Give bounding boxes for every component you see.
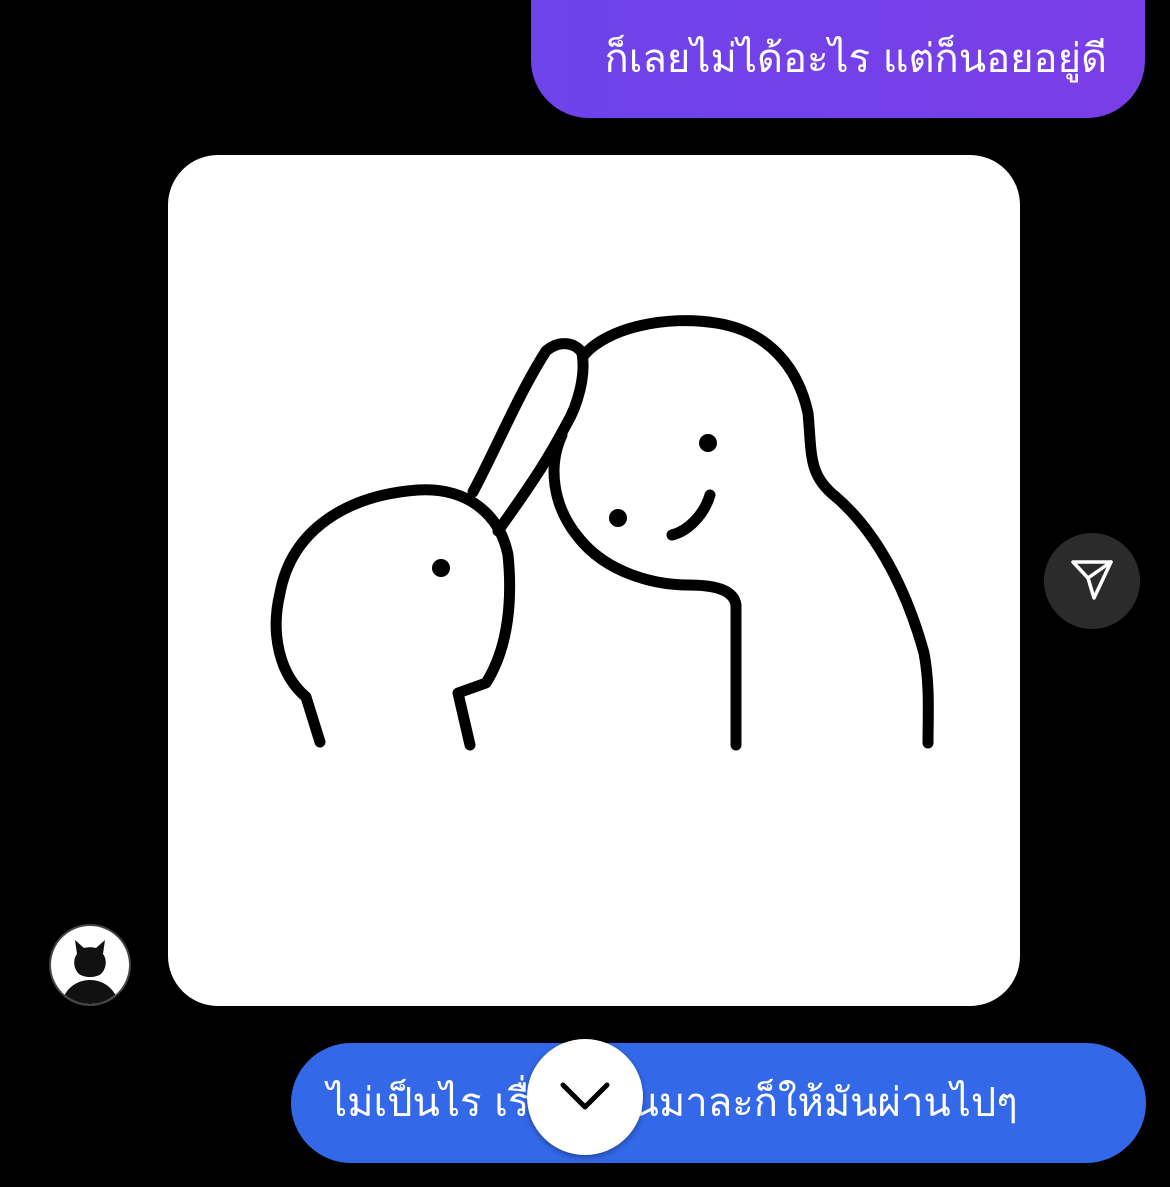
message-text: ไม่เป็นไร เรื่อง ผ่านมาละก็ให้มันผ่านไปๆ (327, 1080, 1018, 1126)
image-message[interactable] (168, 155, 1020, 1006)
outgoing-message-bubble[interactable]: ก็เลยไม่ได้อะไร แต่ก็นอยอยู่ดี (531, 0, 1145, 118)
sticker-image (270, 315, 934, 751)
cat-silhouette-icon (51, 926, 129, 1004)
chevron-down-icon (555, 1075, 615, 1119)
share-button[interactable] (1044, 533, 1140, 629)
avatar[interactable] (49, 924, 131, 1006)
paper-plane-icon (1068, 555, 1116, 607)
outgoing-message-bubble[interactable]: ไม่เป็นไร เรื่อง ผ่านมาละก็ให้มันผ่านไปๆ (291, 1043, 1146, 1163)
message-text: ก็เลยไม่ได้อะไร แต่ก็นอยอยู่ดี (604, 36, 1107, 82)
scroll-to-bottom-button[interactable] (527, 1039, 643, 1155)
